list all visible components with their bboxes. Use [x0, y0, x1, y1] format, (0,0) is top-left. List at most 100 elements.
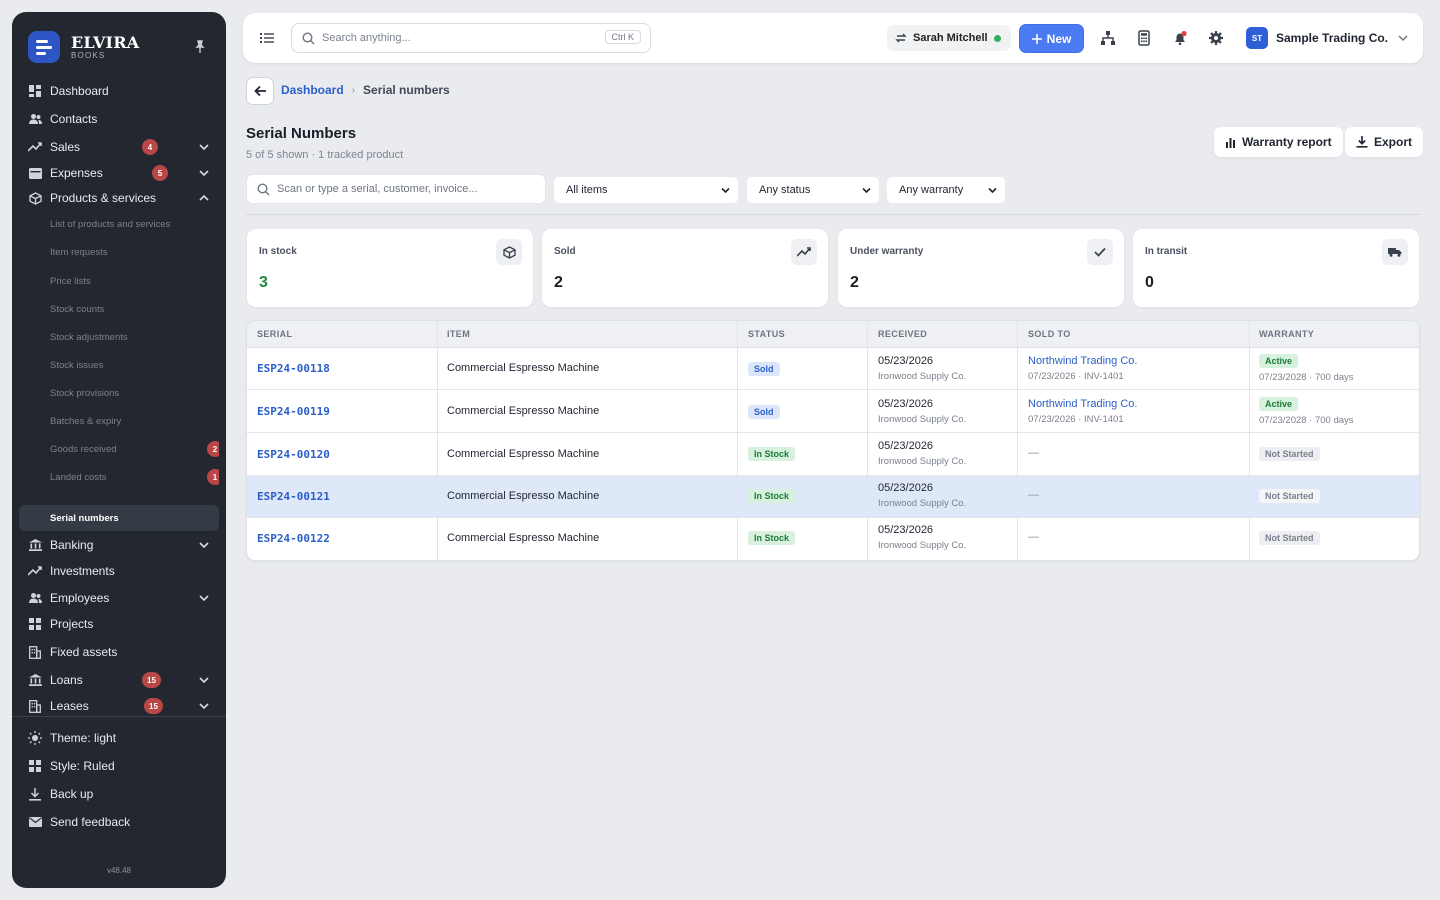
new-button[interactable]: New: [1019, 24, 1084, 53]
sidebar-item-serial-numbers[interactable]: Serial numbers: [19, 505, 219, 531]
sidebar-item-expenses[interactable]: Expenses 5: [19, 160, 219, 186]
sidebar-nav: Dashboard Contacts Sales 4 Expenses 5 Pr…: [19, 76, 219, 716]
serial-link[interactable]: ESP24-00121: [257, 490, 330, 503]
sidebar-item-label: Dashboard: [50, 84, 109, 98]
table-row[interactable]: ESP24-00122 Commercial Espresso Machine …: [247, 518, 1419, 560]
serial-link[interactable]: ESP24-00122: [257, 532, 330, 545]
column-header-item[interactable]: ITEM: [447, 329, 470, 339]
warranty-detail: 07/23/2028 · 700 days: [1259, 415, 1354, 426]
box-icon: [28, 191, 42, 205]
column-header-serial[interactable]: SERIAL: [257, 329, 292, 339]
serial-search-input[interactable]: Scan or type a serial, customer, invoice…: [246, 174, 546, 204]
back-button[interactable]: [246, 77, 274, 105]
status-filter-select[interactable]: Any status: [747, 177, 879, 203]
sidebar-item-price-lists[interactable]: Price lists: [19, 268, 219, 294]
brand-name: ELVIRA: [71, 32, 140, 52]
sidebar-item-projects[interactable]: Projects: [19, 611, 219, 637]
notifications-bell-icon[interactable]: [1172, 30, 1188, 46]
stat-label: Sold: [554, 246, 576, 257]
received-date: 05/23/2026: [878, 440, 934, 452]
chevron-down-icon[interactable]: [199, 168, 209, 178]
settings-gear-icon[interactable]: [1208, 30, 1224, 46]
serial-link[interactable]: ESP24-00120: [257, 448, 330, 461]
stat-card-in-stock[interactable]: In stock 3: [247, 229, 533, 307]
table-row[interactable]: ESP24-00121 Commercial Espresso Machine …: [247, 476, 1419, 518]
download-icon: [1356, 136, 1368, 148]
sidebar-item-landed-costs[interactable]: Landed costs 1: [19, 464, 219, 490]
breadcrumb-dashboard-link[interactable]: Dashboard: [281, 83, 344, 97]
chevron-down-icon[interactable]: [199, 675, 209, 685]
sidebar-item-fixed-assets[interactable]: Fixed assets: [19, 639, 219, 665]
sidebar-item-label: Leases: [50, 699, 89, 713]
export-button[interactable]: Export: [1345, 127, 1424, 157]
sidebar-item-stock-provisions[interactable]: Stock provisions: [19, 380, 219, 406]
sidebar-item-stock-adjustments[interactable]: Stock adjustments: [19, 324, 219, 350]
sidebar-item-goods-received[interactable]: Goods received 2: [19, 436, 219, 462]
chevron-down-icon[interactable]: [199, 701, 209, 711]
supplier-name: Ironwood Supply Co.: [878, 414, 967, 425]
warranty-report-button[interactable]: Warranty report: [1214, 127, 1343, 157]
table-row[interactable]: ESP24-00118 Commercial Espresso Machine …: [247, 348, 1419, 390]
sidebar-item-stock-issues[interactable]: Stock issues: [19, 352, 219, 378]
sidebar-item-item-requests[interactable]: Item requests: [19, 239, 219, 265]
table-row[interactable]: ESP24-00120 Commercial Espresso Machine …: [247, 434, 1419, 476]
stat-card-under-warranty[interactable]: Under warranty 2: [838, 229, 1124, 307]
column-divider: [1017, 321, 1018, 560]
sidebar-item-batches-expiry[interactable]: Batches & expiry: [19, 408, 219, 434]
sidebar-item-label: Products & services: [50, 191, 157, 205]
chevron-up-icon[interactable]: [199, 193, 209, 203]
sidebar-item-label: Loans: [50, 673, 83, 687]
status-badge: In Stock: [748, 531, 796, 545]
customer-link[interactable]: Northwind Trading Co.: [1028, 355, 1137, 367]
sidebar-item-investments[interactable]: Investments: [19, 558, 219, 584]
stat-value: 3: [259, 274, 268, 291]
brand[interactable]: ELVIRA BOOKS: [28, 30, 139, 64]
pin-icon[interactable]: [194, 40, 206, 54]
sidebar-item-label: Batches & expiry: [50, 415, 122, 427]
switch-user-button[interactable]: Sarah Mitchell: [887, 25, 1011, 51]
warranty-report-label: Warranty report: [1242, 135, 1332, 149]
customer-link[interactable]: Northwind Trading Co.: [1028, 398, 1137, 410]
column-header-warranty[interactable]: WARRANTY: [1259, 329, 1314, 339]
column-header-status[interactable]: STATUS: [748, 329, 785, 339]
sidebar-item-banking[interactable]: Banking: [19, 532, 219, 558]
chevron-down-icon[interactable]: [199, 540, 209, 550]
calculator-icon[interactable]: [1136, 30, 1152, 46]
sidebar-item-sales[interactable]: Sales 4: [19, 134, 219, 160]
sun-icon: [28, 731, 42, 745]
sidebar-item-leases[interactable]: Leases 15: [19, 693, 219, 716]
backup-button[interactable]: Back up: [19, 781, 219, 807]
dashboard-icon: [28, 84, 42, 98]
chevron-down-icon[interactable]: [199, 593, 209, 603]
chevron-down-icon: [988, 187, 997, 194]
column-header-received[interactable]: RECEIVED: [878, 329, 927, 339]
theme-toggle[interactable]: Theme: light: [19, 725, 219, 751]
status-badge: In Stock: [748, 447, 796, 461]
download-icon: [28, 787, 42, 801]
sidebar-item-stock-counts[interactable]: Stock counts: [19, 296, 219, 322]
sidebar-item-employees[interactable]: Employees: [19, 585, 219, 611]
global-search-input[interactable]: Search anything... Ctrl K: [291, 23, 651, 53]
sidebar-item-loans[interactable]: Loans 15: [19, 667, 219, 693]
sidebar-item-products-services[interactable]: Products & services: [19, 185, 219, 211]
chevron-down-icon[interactable]: [199, 142, 209, 152]
stat-card-in-transit[interactable]: In transit 0: [1133, 229, 1419, 307]
stat-card-sold[interactable]: Sold 2: [542, 229, 828, 307]
warranty-filter-select[interactable]: Any warranty: [887, 177, 1005, 203]
table-row[interactable]: ESP24-00119 Commercial Espresso Machine …: [247, 391, 1419, 433]
style-toggle[interactable]: Style: Ruled: [19, 753, 219, 779]
list-menu-icon[interactable]: [259, 30, 275, 46]
warranty-badge: Active: [1259, 397, 1299, 411]
item-filter-select[interactable]: All items: [554, 177, 738, 203]
sidebar-item-contacts[interactable]: Contacts: [19, 106, 219, 132]
org-chart-icon[interactable]: [1100, 30, 1116, 46]
serial-link[interactable]: ESP24-00118: [257, 362, 330, 375]
sidebar-item-list-products[interactable]: List of products and services: [19, 211, 219, 237]
sidebar-item-dashboard[interactable]: Dashboard: [19, 78, 219, 104]
company-switcher[interactable]: ST Sample Trading Co.: [1246, 25, 1408, 51]
send-feedback-button[interactable]: Send feedback: [19, 809, 219, 835]
people-icon: [28, 591, 42, 605]
column-header-sold-to[interactable]: SOLD TO: [1028, 329, 1071, 339]
serial-link[interactable]: ESP24-00119: [257, 405, 330, 418]
breadcrumb: Dashboard › Serial numbers: [281, 83, 450, 97]
